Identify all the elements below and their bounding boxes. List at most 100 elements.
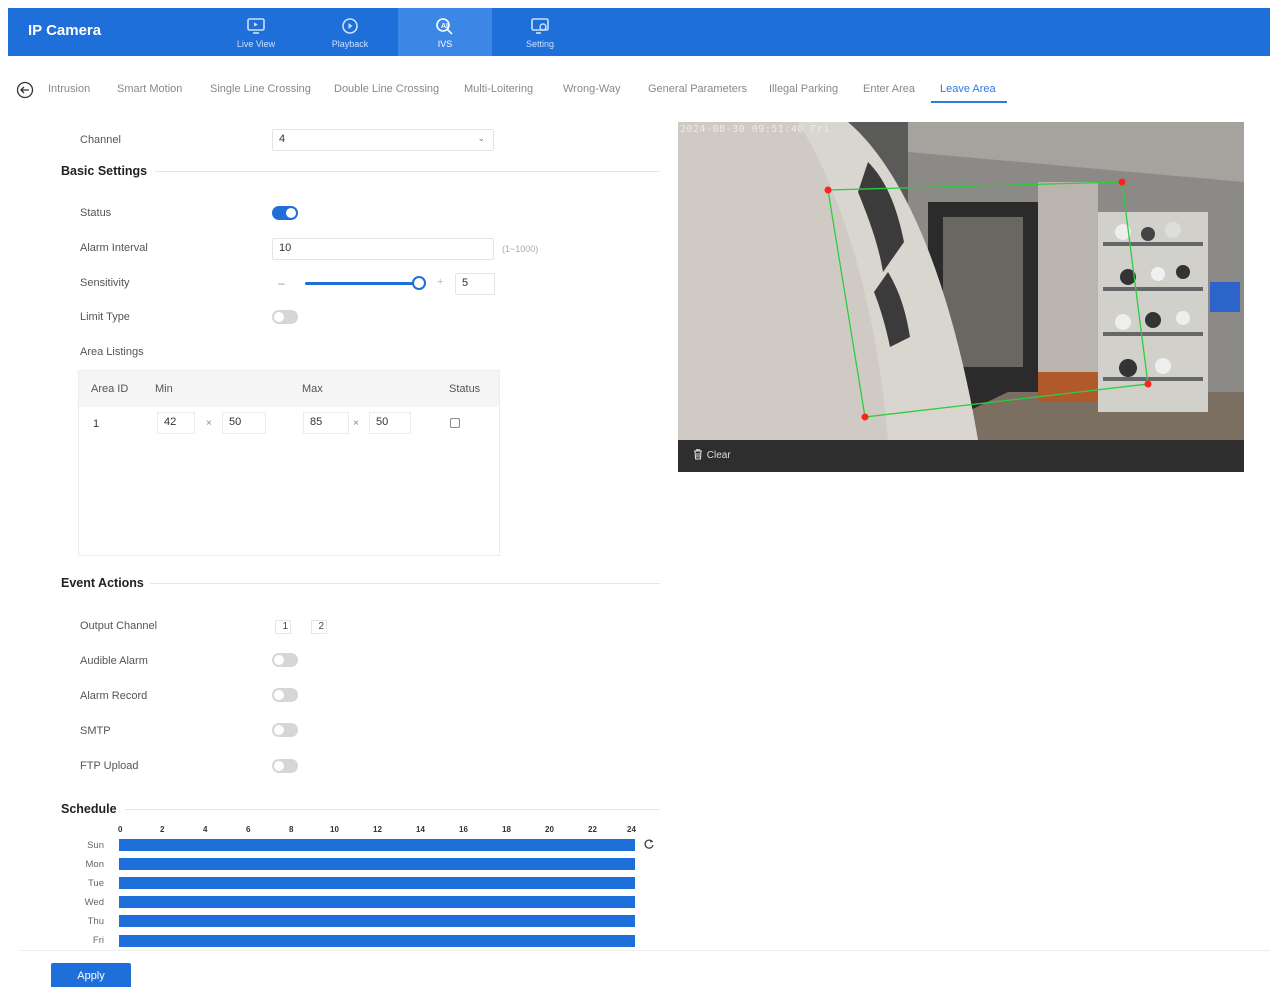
hour-tick: 0 [118, 825, 123, 834]
limit-type-toggle[interactable] [272, 310, 298, 324]
active-tab-indicator [931, 101, 1007, 103]
divider [125, 809, 660, 810]
back-arrow-icon[interactable] [16, 81, 34, 99]
footer-divider [20, 950, 1270, 951]
apply-button[interactable]: Apply [51, 963, 131, 987]
chevron-down-icon: ⌄ [477, 133, 485, 143]
schedule-bar-sun[interactable] [119, 839, 635, 851]
col-area-id: Area ID [91, 383, 129, 395]
tab-general-parameters[interactable]: General Parameters [648, 83, 747, 95]
output-channel-1[interactable]: 1 [275, 620, 291, 634]
output-channel-label: Output Channel [80, 620, 158, 632]
output-channel-2[interactable]: 2 [311, 620, 327, 634]
max-height-input[interactable]: 50 [369, 412, 411, 434]
app-title: IP Camera [28, 22, 102, 39]
alarm-interval-label: Alarm Interval [80, 242, 148, 254]
status-toggle[interactable] [272, 206, 298, 220]
settings-screen-icon [531, 18, 549, 34]
area-listings-label: Area Listings [80, 346, 144, 358]
clear-label: Clear [706, 450, 731, 461]
col-min: Min [155, 383, 173, 395]
day-label-wed: Wed [84, 897, 104, 908]
max-width-input[interactable]: 85 [303, 412, 349, 434]
divider [155, 171, 660, 172]
tab-intrusion[interactable]: Intrusion [48, 83, 90, 95]
nav-label: Setting [525, 39, 555, 49]
tab-single-line-crossing[interactable]: Single Line Crossing [210, 83, 311, 95]
nav-playback[interactable]: Playback [303, 8, 397, 56]
alarm-record-toggle[interactable] [272, 688, 298, 702]
limit-type-label: Limit Type [80, 311, 130, 323]
area-table-header: Area ID Min Max Status [79, 371, 499, 407]
sensitivity-increase[interactable]: + [437, 276, 443, 288]
sensitivity-slider-handle[interactable] [412, 276, 426, 290]
hour-tick: 2 [160, 825, 165, 834]
nav-label: Live View [236, 39, 276, 49]
ai-icon: AI [436, 18, 453, 35]
smtp-label: SMTP [80, 725, 111, 737]
day-label-sun: Sun [87, 840, 104, 851]
hour-tick: 8 [289, 825, 294, 834]
hour-tick: 18 [502, 825, 511, 834]
hour-tick: 24 [627, 825, 636, 834]
video-timestamp: 2024-08-30 09:51:40 Fri [680, 124, 830, 135]
channel-label: Channel [80, 134, 121, 146]
nav-setting[interactable]: Setting [493, 8, 587, 56]
col-status: Status [449, 383, 481, 395]
tab-wrong-way[interactable]: Wrong-Way [563, 83, 620, 95]
smtp-toggle[interactable] [272, 723, 298, 737]
ftp-upload-toggle[interactable] [272, 759, 298, 773]
video-toolbar [678, 440, 1244, 472]
tab-leave-area[interactable]: Leave Area [940, 83, 996, 95]
schedule-bar-mon[interactable] [119, 858, 635, 870]
tab-double-line-crossing[interactable]: Double Line Crossing [334, 83, 439, 95]
hour-tick: 10 [330, 825, 339, 834]
trash-icon [694, 449, 702, 460]
tab-enter-area[interactable]: Enter Area [863, 83, 915, 95]
hour-tick: 16 [459, 825, 468, 834]
nav-label: IVS [437, 39, 453, 49]
sensitivity-label: Sensitivity [80, 277, 130, 289]
ftp-upload-label: FTP Upload [80, 760, 139, 772]
sensitivity-decrease[interactable]: – [278, 276, 285, 290]
sensitivity-input[interactable]: 5 [455, 273, 495, 295]
reset-schedule-icon[interactable] [643, 838, 655, 850]
area-id-cell: 1 [93, 418, 100, 430]
min-height-input[interactable]: 50 [222, 412, 266, 434]
channel-select[interactable]: 4 ⌄ [272, 129, 494, 151]
tab-illegal-parking[interactable]: Illegal Parking [769, 83, 838, 95]
hour-tick: 4 [203, 825, 208, 834]
alarm-interval-input[interactable]: 10 [272, 238, 494, 260]
nav-ivs[interactable]: AI IVS [398, 8, 492, 56]
day-label-thu: Thu [87, 916, 104, 927]
nav-live-view[interactable]: Live View [209, 8, 303, 56]
area-table: Area ID Min Max Status 1 42 × 50 85 × 50 [78, 370, 500, 556]
schedule-bar-thu[interactable] [119, 915, 635, 927]
monitor-icon [247, 18, 265, 34]
area-status-checkbox[interactable] [450, 418, 460, 428]
tab-multi-loitering[interactable]: Multi-Loitering [464, 83, 533, 95]
min-width-input[interactable]: 42 [157, 412, 195, 434]
schedule-bar-wed[interactable] [119, 896, 635, 908]
times-sign: × [353, 418, 359, 429]
event-actions-title: Event Actions [61, 576, 144, 590]
schedule-title: Schedule [61, 802, 117, 816]
basic-settings-title: Basic Settings [61, 164, 148, 178]
tab-smart-motion[interactable]: Smart Motion [117, 83, 182, 95]
video-preview[interactable]: 2024-08-30 09:51:40 Fri Clear [678, 122, 1244, 472]
status-label: Status [80, 207, 112, 219]
channel-value: 4 [279, 133, 286, 145]
alarm-interval-hint: (1~1000) [502, 244, 539, 254]
play-circle-icon [342, 18, 358, 34]
hour-tick: 22 [588, 825, 597, 834]
alarm-record-label: Alarm Record [80, 690, 148, 702]
schedule-bar-fri[interactable] [119, 935, 635, 947]
day-label-mon: Mon [85, 859, 104, 870]
sensitivity-slider-track[interactable] [305, 282, 420, 285]
hour-tick: 12 [373, 825, 382, 834]
clear-button[interactable]: Clear [692, 448, 731, 461]
hour-tick: 20 [545, 825, 554, 834]
schedule-bar-tue[interactable] [119, 877, 635, 889]
audible-alarm-toggle[interactable] [272, 653, 298, 667]
nav-label: Playback [331, 39, 369, 49]
